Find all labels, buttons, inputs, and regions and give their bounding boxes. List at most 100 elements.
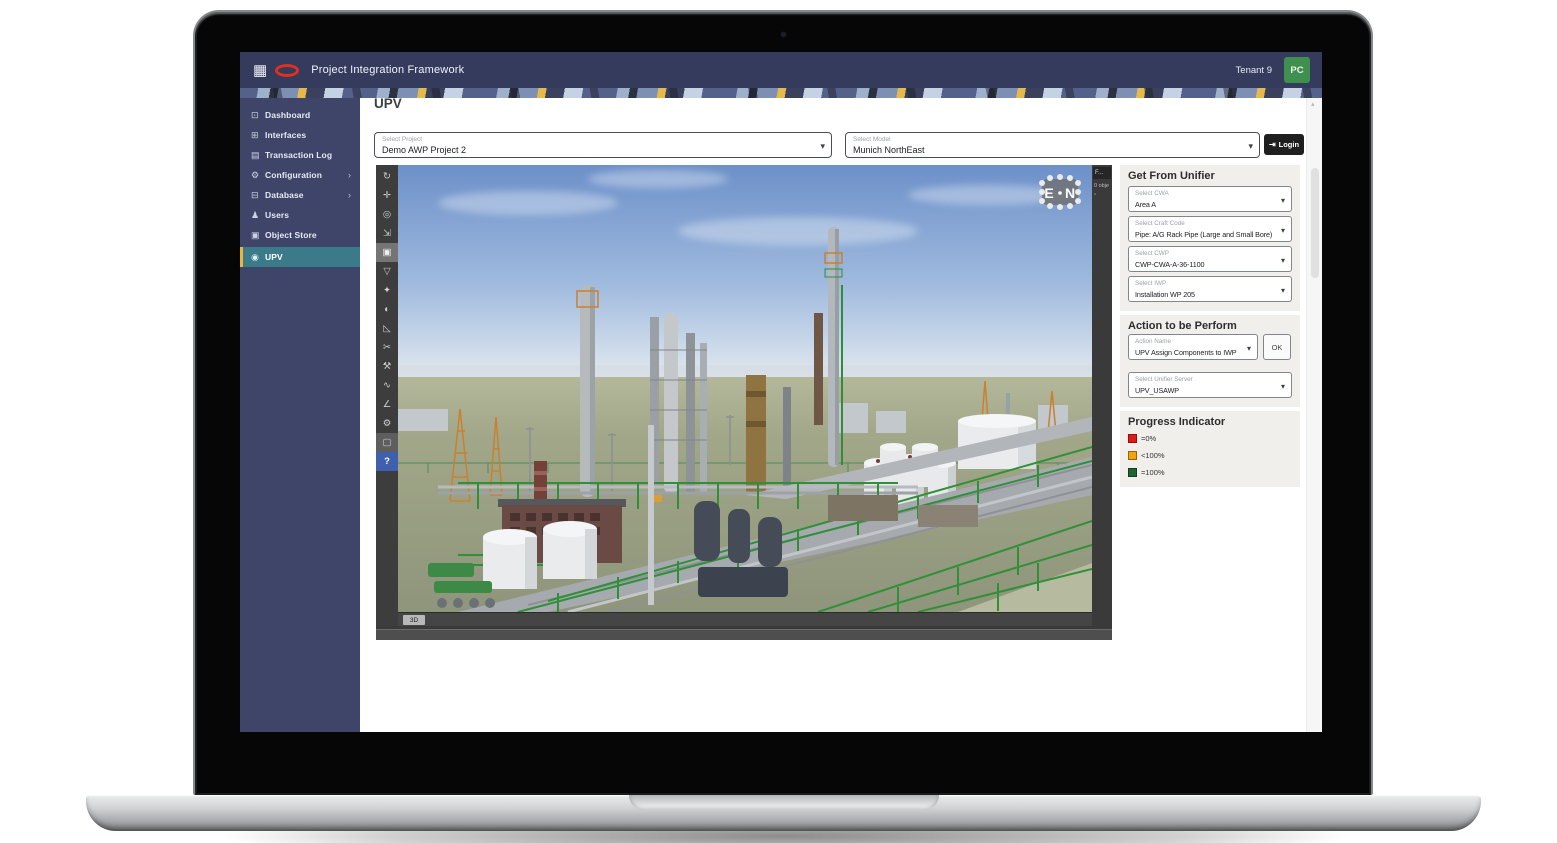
laptop-screen: ▦ Project Integration Framework Tenant 9…: [193, 10, 1373, 795]
cwa-select-label: Select CWA: [1135, 190, 1169, 197]
app-window: ▦ Project Integration Framework Tenant 9…: [240, 52, 1322, 732]
cwa-select[interactable]: Select CWA Area A ▾: [1128, 186, 1292, 212]
tools-tool-icon[interactable]: ⚒: [376, 357, 398, 376]
caret-down-icon: ▾: [1281, 382, 1285, 391]
3d-viewer: E N ↻ ✛ ◎ ⇲ ▣ ▽ ✦ ◐ ◺ ✂ ⚒: [376, 165, 1112, 640]
caret-down-icon: ▾: [1281, 286, 1285, 295]
legend-item-100pct: =100%: [1128, 468, 1165, 477]
craft-code-select-label: Select Craft Code: [1135, 220, 1185, 227]
unifier-server-value: UPV_USAWP: [1135, 386, 1275, 395]
sidebar-item-dashboard[interactable]: ⊡ Dashboard: [240, 105, 360, 125]
action-name-select[interactable]: Action Name UPV Assign Components to IWP…: [1128, 334, 1258, 360]
caret-down-icon: ▾: [820, 141, 825, 152]
caret-down-icon: ▾: [1281, 256, 1285, 265]
legend-swatch-green: [1128, 468, 1137, 477]
tenant-label: Tenant 9: [1236, 65, 1272, 76]
sidebar-item-label: Object Store: [265, 230, 317, 240]
iwp-select-label: Select IWP: [1135, 280, 1166, 287]
login-button[interactable]: ⇥ Login: [1264, 134, 1304, 155]
sidebar-item-label: Interfaces: [265, 130, 306, 140]
en-viewer-logo: E N: [1036, 173, 1084, 211]
measure-tool-icon[interactable]: ◺: [376, 319, 398, 338]
viewer-bottom-strip: [376, 629, 1112, 640]
sidebar-item-users[interactable]: ♟ Users: [240, 205, 360, 225]
unifier-server-label: Select Unifier Server: [1135, 376, 1193, 383]
filter-tool-icon[interactable]: ▽: [376, 262, 398, 281]
configuration-gear-icon: ⚙: [251, 170, 265, 181]
sidebar-item-database[interactable]: ⊟ Database ›: [240, 185, 360, 205]
sidebar-item-label: Database: [265, 190, 304, 200]
cwp-select-label: Select CWP: [1135, 250, 1169, 257]
svg-text:E: E: [1044, 185, 1053, 201]
scroll-up-icon[interactable]: ▴: [1311, 100, 1315, 108]
sidebar-item-configuration[interactable]: ⚙ Configuration ›: [240, 165, 360, 185]
caret-down-icon: ▾: [1281, 196, 1285, 205]
page-title: UPV: [374, 96, 402, 111]
angle-tool-icon[interactable]: ∠: [376, 395, 398, 414]
fit-view-tool-icon[interactable]: ⇲: [376, 224, 398, 243]
cwp-select-value: CWP-CWA-A-36-1100: [1135, 260, 1275, 269]
section-cut-tool-icon[interactable]: ✂: [376, 338, 398, 357]
vertical-scrollbar[interactable]: ▴: [1306, 98, 1322, 732]
page: ▦ Project Integration Framework Tenant 9…: [0, 0, 1557, 843]
project-select-label: Select Project: [382, 136, 422, 143]
3d-scene[interactable]: E N: [398, 165, 1092, 612]
shading-tool-icon[interactable]: ◐: [376, 300, 398, 319]
project-select[interactable]: Select Project Demo AWP Project 2 ▾: [374, 132, 832, 158]
oracle-logo-icon: [275, 64, 299, 77]
action-title: Action to be Perform: [1128, 320, 1237, 332]
iwp-select[interactable]: Select IWP Installation WP 205 ▾: [1128, 276, 1292, 302]
model-select-label: Select Model: [853, 136, 891, 143]
database-icon: ⊟: [251, 190, 265, 201]
model-select[interactable]: Select Model Munich NorthEast ▾: [845, 132, 1260, 158]
action-name-label: Action Name: [1135, 338, 1171, 345]
unifier-server-select[interactable]: Select Unifier Server UPV_USAWP ▾: [1128, 372, 1292, 398]
webcam-dot: [781, 32, 786, 37]
chevron-right-icon: ›: [348, 190, 351, 200]
sidebar-item-upv[interactable]: ◉ UPV: [240, 247, 360, 267]
legend-swatch-orange: [1128, 451, 1137, 460]
project-select-value: Demo AWP Project 2: [382, 145, 815, 155]
pin-tool-icon[interactable]: ✦: [376, 281, 398, 300]
settings-tool-icon[interactable]: ⚙: [376, 414, 398, 433]
zoom-tool-icon[interactable]: ◎: [376, 205, 398, 224]
scrollbar-thumb[interactable]: [1311, 168, 1319, 278]
interfaces-icon: ⊞: [251, 130, 265, 141]
orbit-tool-icon[interactable]: ↻: [376, 167, 398, 186]
document-tool-icon[interactable]: ▢: [376, 433, 398, 452]
path-tool-icon[interactable]: ∿: [376, 376, 398, 395]
craft-code-select-value: Pipe: A/G Rack Pipe (Large and Small Bor…: [1135, 230, 1275, 239]
app-grid-icon[interactable]: ▦: [253, 63, 267, 78]
cwa-select-value: Area A: [1135, 200, 1275, 209]
legend-item-0pct: =0%: [1128, 434, 1156, 443]
pan-tool-icon[interactable]: ✛: [376, 186, 398, 205]
login-arrow-icon: ⇥: [1269, 140, 1276, 149]
upv-icon: ◉: [251, 252, 265, 263]
cwp-select[interactable]: Select CWP CWP-CWA-A-36-1100 ▾: [1128, 246, 1292, 272]
legend-label: <100%: [1141, 451, 1165, 460]
side-panel-object-count: 0 obje: [1094, 183, 1112, 189]
caret-down-icon: ▾: [1248, 141, 1253, 152]
decorative-pattern-strip: [240, 88, 1322, 98]
craft-code-select[interactable]: Select Craft Code Pipe: A/G Rack Pipe (L…: [1128, 216, 1292, 242]
laptop-base: [86, 795, 1481, 831]
ok-button[interactable]: OK: [1263, 334, 1291, 360]
users-icon: ♟: [251, 210, 265, 221]
help-tool-icon[interactable]: ?: [376, 452, 398, 471]
sidebar-item-interfaces[interactable]: ⊞ Interfaces: [240, 125, 360, 145]
sidebar-item-transaction-log[interactable]: ▤ Transaction Log: [240, 145, 360, 165]
app-header: ▦ Project Integration Framework Tenant 9…: [240, 52, 1322, 88]
sidebar-item-label: Transaction Log: [265, 150, 332, 160]
get-from-unifier-title: Get From Unifier: [1128, 170, 1215, 182]
viewer-status-bar: 3D: [398, 612, 1092, 626]
side-panel-box-icon: ▫: [1094, 192, 1112, 198]
select-tool-icon[interactable]: ▣: [376, 243, 398, 262]
avatar[interactable]: PC: [1284, 57, 1310, 83]
sidebar-item-object-store[interactable]: ▣ Object Store: [240, 225, 360, 245]
viewer-side-panel[interactable]: F... 0 obje ▫: [1092, 165, 1112, 626]
sidebar-item-label: Configuration: [265, 170, 322, 180]
legend-item-lt100pct: <100%: [1128, 451, 1165, 460]
viewer-3d-tab[interactable]: 3D: [403, 615, 425, 625]
login-label: Login: [1279, 140, 1299, 149]
iwp-select-value: Installation WP 205: [1135, 290, 1275, 299]
